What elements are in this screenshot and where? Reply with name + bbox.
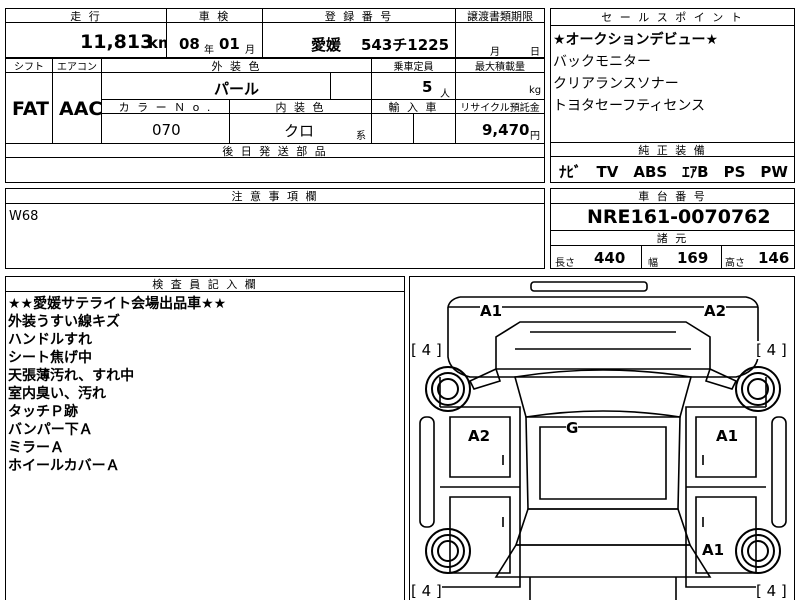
recycle-unit: 円 [530, 131, 540, 142]
recycle-value: 9,470 [482, 121, 530, 139]
equipment-cell: ﾅﾋﾞ TV ABS ｴｱB PS PW [550, 156, 795, 183]
exterior-color-cell: パール [101, 72, 331, 100]
chassis-label: 車 台 番 号 [550, 188, 795, 204]
equipment-items: ﾅﾋﾞ TV ABS ｴｱB PS PW [559, 163, 788, 181]
mileage-cell: 11,813 km [5, 22, 167, 58]
shift-value: FAT [12, 98, 49, 120]
import-cell-b [413, 113, 456, 144]
capacity-value: 5 [422, 78, 433, 96]
car-diagram-panel: [ 4 ] [ 4 ] [ 4 ] [ 4 ] A1 A2 A2 A1 G A1 [409, 276, 795, 600]
registration-number: 543チ1225 [361, 36, 450, 54]
recycle-cell: 9,470 円 [455, 113, 545, 144]
exterior-color-value: パール [214, 80, 260, 98]
notes-text: W68 [9, 209, 39, 224]
registration-label: 登 録 番 号 [262, 8, 456, 23]
mileage-value: 11,813 [80, 31, 154, 53]
interior-color-suffix: 系 [356, 131, 366, 142]
spec-width-label: 幅 [648, 258, 658, 269]
color-no-label: カ ラ ー Ｎ o . [101, 99, 230, 114]
tire-mark-rear-left: [ 4 ] [411, 582, 442, 600]
color-no-cell: 070 [101, 113, 230, 144]
shift-label: シフト [5, 58, 53, 73]
inspector-note-line: バンパー下Ａ [8, 422, 93, 438]
equipment-label: 純 正 装 備 [550, 142, 795, 157]
inspector-note-line: ★★愛媛サテライト会場出品車★★ [8, 296, 227, 312]
import-label: 輸 入 車 [371, 99, 456, 114]
inspection-year: 08 [179, 35, 200, 53]
parts-label: 後 日 発 送 部 品 [5, 143, 545, 158]
damage-right-door: A1 [716, 427, 739, 445]
damage-front-left: A1 [480, 302, 503, 320]
capacity-cell: 5 人 [371, 72, 456, 100]
chassis-value: NRE161-0070762 [587, 206, 771, 228]
spec-height-label: 高さ [725, 258, 745, 269]
ac-cell: AAC [52, 72, 102, 144]
capacity-unit: 人 [440, 89, 450, 100]
inspection-month: 01 [219, 35, 240, 53]
damage-rear-right: A1 [702, 541, 725, 559]
interior-color-value: クロ [284, 122, 315, 140]
spec-height-value: 146 [758, 249, 790, 267]
parts-cell [5, 157, 545, 183]
damage-roof: G [566, 419, 579, 437]
registration-cell: 愛媛 543チ1225 [262, 22, 456, 58]
sales-points-label: セ ー ル ス ポ イ ン ト [550, 8, 795, 26]
inspection-year-unit: 年 [204, 45, 214, 56]
damage-front-right: A2 [704, 302, 727, 320]
tire-mark-front-left: [ 4 ] [411, 341, 442, 359]
max-load-unit: kg [529, 85, 542, 96]
max-load-label: 最大積載量 [455, 58, 545, 73]
spec-length-cell: 長さ 440 [550, 245, 642, 269]
sales-point-item: クリアランスソナー [553, 76, 679, 92]
notes-panel: W68 [5, 203, 545, 269]
chassis-cell: NRE161-0070762 [550, 203, 795, 231]
sales-point-item: トヨタセーフティセンス [553, 98, 706, 114]
transfer-day-unit: 日 [530, 47, 540, 58]
exterior-color-aux [330, 72, 372, 100]
interior-color-label: 内 装 色 [229, 99, 372, 114]
ac-value: AAC [59, 98, 102, 120]
shift-cell: FAT [5, 72, 53, 144]
mileage-unit: km [148, 34, 166, 52]
transfer-deadline-cell: 月 日 [455, 22, 545, 58]
sales-point-item: バックモニター [553, 54, 651, 70]
tire-mark-front-right: [ 4 ] [756, 341, 787, 359]
recycle-label: リサイクル預託金 [455, 99, 545, 114]
spec-width-value: 169 [677, 249, 709, 267]
spec-width-cell: 幅 169 [641, 245, 722, 269]
inspector-note-line: ミラーＡ [8, 440, 64, 456]
transfer-deadline-label: 譲渡書類期限 [455, 8, 545, 23]
max-load-cell: kg [455, 72, 545, 100]
sales-point-item: ★オークションデビュー★ [553, 32, 719, 48]
spec-length-label: 長さ [555, 258, 575, 269]
spec-height-cell: 高さ 146 [721, 245, 795, 269]
inspector-label: 検 査 員 記 入 欄 [5, 276, 405, 292]
inspector-note-line: 室内臭い、汚れ [8, 386, 106, 402]
color-no-value: 070 [152, 121, 181, 139]
inspector-note-line: 天張薄汚れ、すれ中 [8, 368, 135, 384]
inspector-note-line: ホイールカバーＡ [8, 458, 120, 474]
exterior-color-label: 外 装 色 [101, 58, 372, 73]
spec-length-value: 440 [594, 249, 626, 267]
ac-label: エアコン [52, 58, 102, 73]
inspector-note-line: タッチＰ跡 [8, 404, 78, 420]
transfer-month-unit: 月 [490, 47, 500, 58]
inspection-cell: 08 年 01 月 [166, 22, 263, 58]
inspector-note-line: ハンドルすれ [8, 332, 92, 348]
inspection-label: 車 検 [166, 8, 263, 23]
registration-region: 愛媛 [311, 36, 342, 54]
specs-label: 諸 元 [550, 230, 795, 246]
import-cell-a [371, 113, 414, 144]
notes-label: 注 意 事 項 欄 [5, 188, 545, 204]
tire-mark-rear-right: [ 4 ] [756, 582, 787, 600]
inspector-panel: ★★愛媛サテライト会場出品車★★ 外装うすい線キズ ハンドルすれ シート焦げ中 … [5, 291, 405, 600]
mileage-label: 走 行 [5, 8, 167, 23]
damage-left-door: A2 [468, 427, 491, 445]
inspector-note-line: 外装うすい線キズ [8, 314, 120, 330]
capacity-label: 乗車定員 [371, 58, 456, 73]
inspection-month-unit: 月 [245, 45, 255, 56]
inspector-note-line: シート焦げ中 [8, 350, 92, 366]
sales-points-panel: ★オークションデビュー★ バックモニター クリアランスソナー トヨタセーフティセ… [550, 25, 795, 143]
interior-color-cell: クロ 系 [229, 113, 372, 144]
